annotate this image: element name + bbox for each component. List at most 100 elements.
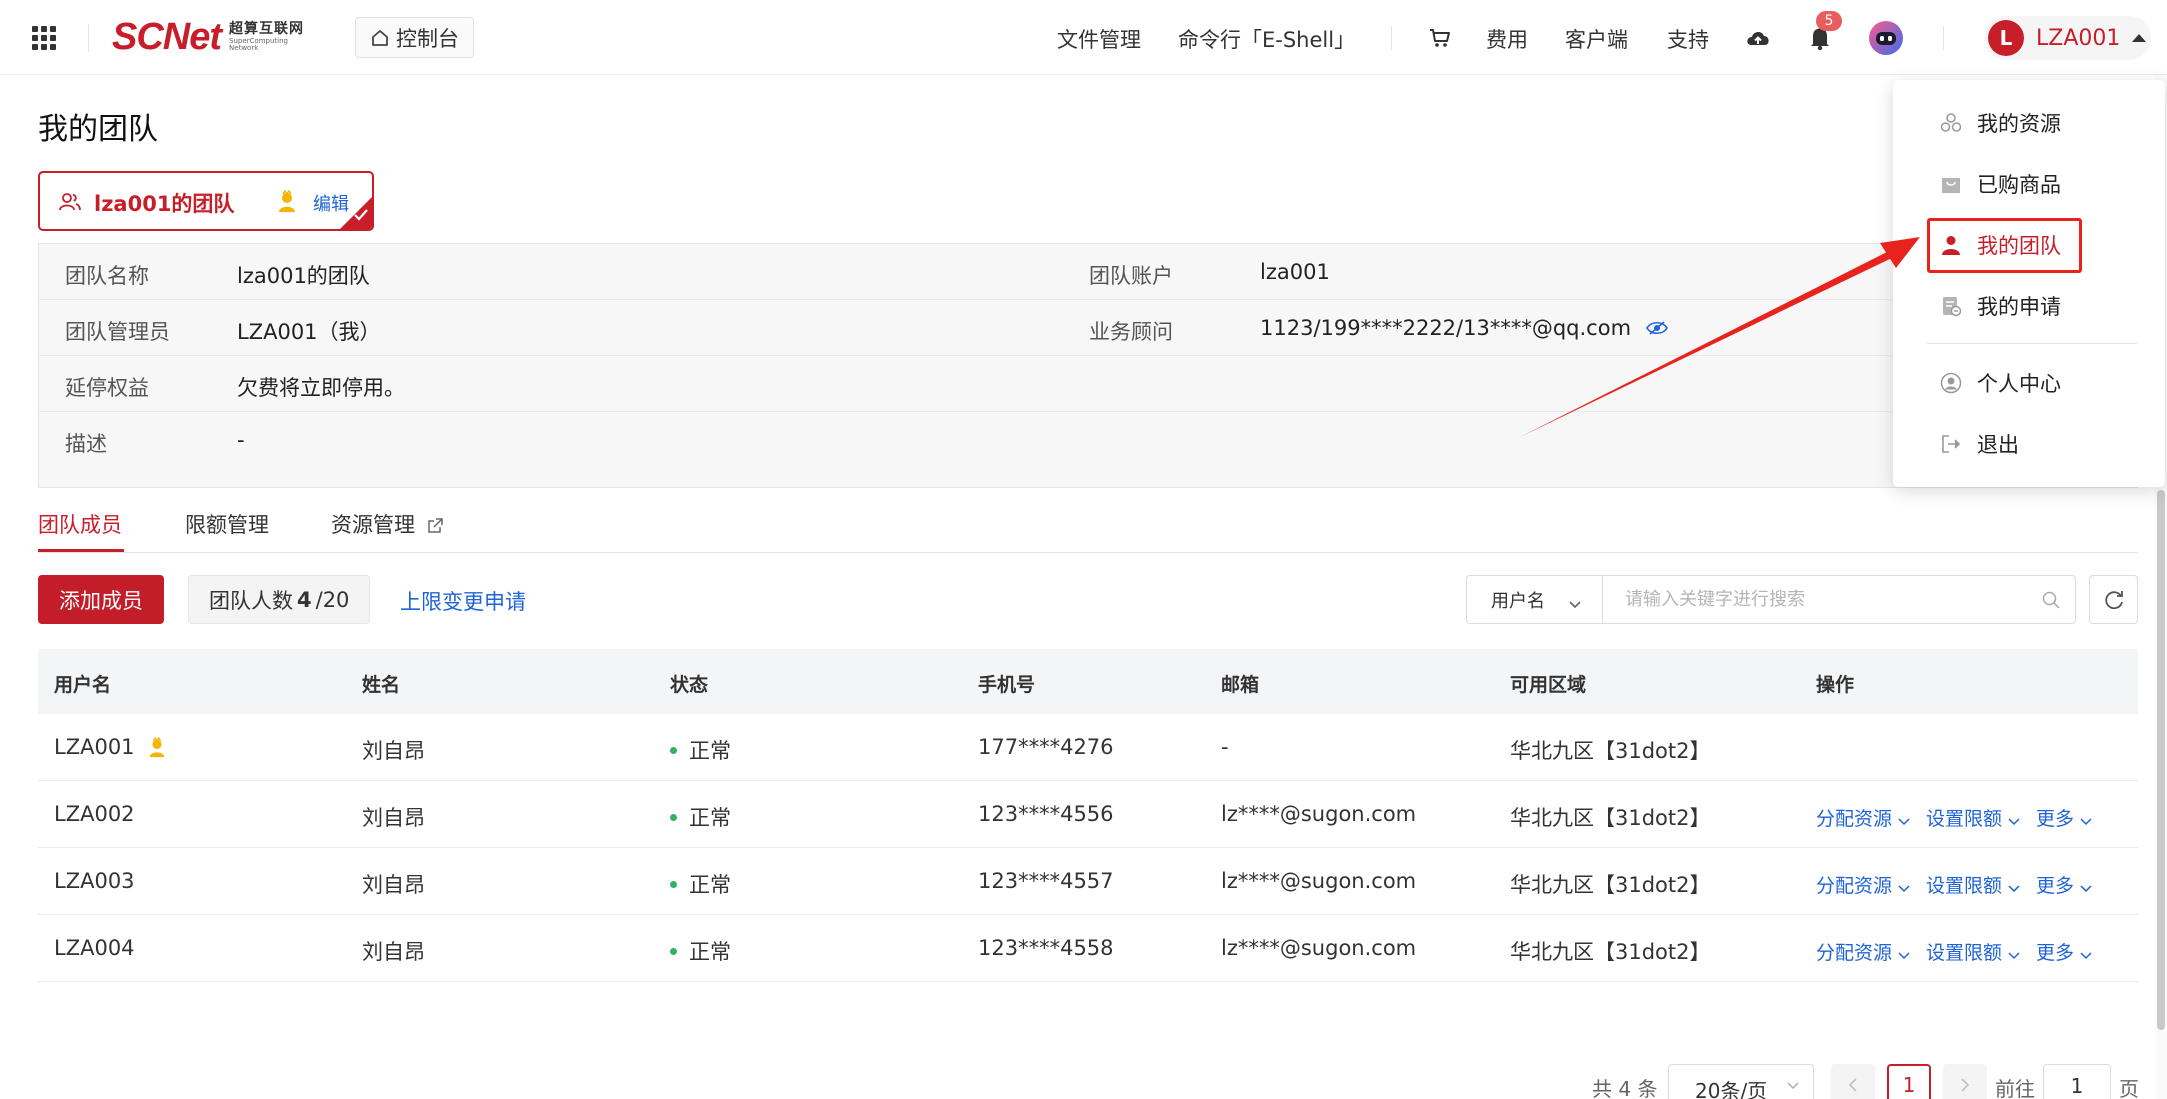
cell-phone: 123****4558 bbox=[978, 936, 1114, 960]
menu-divider bbox=[1927, 343, 2137, 344]
menu-item-logout[interactable]: 退出 bbox=[1939, 429, 2019, 459]
op-label: 设置限额 bbox=[1926, 875, 2003, 897]
username-text: LZA001 bbox=[54, 735, 135, 759]
col-name: 姓名 bbox=[362, 674, 401, 696]
page-size-select[interactable]: 20条/页 bbox=[1668, 1064, 1814, 1099]
member-count-label: 团队人数 bbox=[209, 588, 293, 613]
cell-phone: 123****4557 bbox=[978, 869, 1114, 893]
search-bar: 用户名 bbox=[1466, 575, 2076, 624]
pagination-total: 共 4 条 bbox=[1592, 1077, 1658, 1099]
chevron-down-icon bbox=[1568, 594, 1582, 615]
tab-quota[interactable]: 限额管理 bbox=[185, 509, 269, 539]
tab-members[interactable]: 团队成员 bbox=[38, 509, 122, 539]
advisor-label: 业务顾问 bbox=[1089, 320, 1173, 344]
table-row: LZA004 刘自昂 正常 123****4558 lz****@sugon.c… bbox=[38, 915, 2138, 982]
cell-name: 刘自昂 bbox=[362, 873, 425, 897]
team-tabs: 团队成员 限额管理 资源管理 bbox=[38, 505, 2138, 553]
assign-resource-dropdown[interactable]: 分配资源 bbox=[1816, 938, 1910, 965]
menu-item-my-applications[interactable]: 我的申请 bbox=[1939, 291, 2061, 321]
page-title: 我的团队 bbox=[38, 112, 158, 147]
header-divider bbox=[1391, 26, 1392, 50]
op-label: 分配资源 bbox=[1816, 808, 1893, 830]
cart-icon[interactable] bbox=[1426, 24, 1454, 52]
advisor-value: 1123/199****2222/13****@qq.com bbox=[1260, 316, 1668, 341]
cell-email: - bbox=[1221, 735, 1229, 759]
tab-resources[interactable]: 资源管理 bbox=[331, 509, 444, 539]
ai-assistant-icon[interactable] bbox=[1868, 20, 1904, 56]
menu-item-my-resources[interactable]: 我的资源 bbox=[1939, 108, 2061, 138]
info-row: 延停权益 欠费将立即停用。 bbox=[39, 356, 2139, 412]
cell-region: 华北九区【31dot2】 bbox=[1510, 873, 1711, 897]
goto-page-input[interactable]: 1 bbox=[2043, 1064, 2111, 1099]
header-divider bbox=[88, 24, 89, 52]
cell-email: lz****@sugon.com bbox=[1221, 802, 1417, 826]
cell-region: 华北九区【31dot2】 bbox=[1510, 940, 1711, 964]
col-phone: 手机号 bbox=[978, 674, 1036, 696]
col-actions: 操作 bbox=[1816, 674, 1855, 696]
limit-change-link[interactable]: 上限变更申请 bbox=[400, 586, 526, 616]
nav-eshell[interactable]: 命令行「E-Shell」 bbox=[1178, 24, 1355, 54]
more-dropdown[interactable]: 更多 bbox=[2036, 871, 2092, 898]
cell-phone: 123****4556 bbox=[978, 802, 1114, 826]
next-page-button[interactable] bbox=[1943, 1064, 1987, 1099]
nav-client[interactable]: 客户端 bbox=[1565, 24, 1628, 54]
member-table: 用户名 姓名 状态 手机号 邮箱 可用区域 操作 LZA001 刘自昂 正常 1… bbox=[38, 649, 2138, 982]
refresh-icon bbox=[2104, 590, 2123, 609]
desc-value: - bbox=[237, 428, 245, 452]
op-label: 设置限额 bbox=[1926, 808, 2003, 830]
team-card[interactable]: lza001的团队 编辑 bbox=[38, 171, 374, 231]
eye-icon[interactable] bbox=[1645, 317, 1668, 341]
op-label: 更多 bbox=[2036, 875, 2075, 897]
status-dot bbox=[670, 747, 677, 754]
page-number-current[interactable]: 1 bbox=[1887, 1064, 1931, 1099]
console-button[interactable]: 控制台 bbox=[355, 17, 474, 58]
chevron-down-icon bbox=[1787, 1082, 1799, 1090]
chevron-left-icon bbox=[1848, 1078, 1857, 1092]
set-quota-dropdown[interactable]: 设置限额 bbox=[1926, 871, 2020, 898]
status-dot bbox=[670, 881, 677, 888]
cell-region: 华北九区【31dot2】 bbox=[1510, 806, 1711, 830]
assign-resource-dropdown[interactable]: 分配资源 bbox=[1816, 871, 1910, 898]
advisor-text: 1123/199****2222/13****@qq.com bbox=[1260, 316, 1632, 340]
more-dropdown[interactable]: 更多 bbox=[2036, 804, 2092, 831]
nav-file-management[interactable]: 文件管理 bbox=[1057, 24, 1141, 54]
cloud-upload-icon[interactable] bbox=[1744, 24, 1772, 52]
refresh-button[interactable] bbox=[2089, 575, 2138, 624]
annotation-highlight-box bbox=[1927, 218, 2082, 273]
app-grid-icon[interactable] bbox=[32, 26, 56, 50]
logo-cn: 超算互联网 bbox=[229, 21, 305, 37]
nav-billing[interactable]: 费用 bbox=[1486, 24, 1528, 54]
prev-page-button[interactable] bbox=[1831, 1064, 1875, 1099]
menu-item-purchased[interactable]: 已购商品 bbox=[1939, 169, 2061, 199]
profile-icon bbox=[1939, 371, 1963, 395]
add-member-button[interactable]: 添加成员 bbox=[38, 575, 164, 624]
check-icon bbox=[353, 207, 369, 226]
chevron-down-icon bbox=[1898, 943, 1910, 965]
scnet-logo[interactable]: SCNet 超算互联网 SuperComputing Network bbox=[112, 15, 305, 58]
logo-text: SCNet bbox=[112, 15, 222, 58]
team-account-label: 团队账户 bbox=[1089, 264, 1173, 288]
search-icon[interactable] bbox=[2041, 590, 2061, 614]
assign-resource-dropdown[interactable]: 分配资源 bbox=[1816, 804, 1910, 831]
col-username: 用户名 bbox=[54, 674, 112, 696]
desc-label: 描述 bbox=[65, 432, 107, 456]
nav-support[interactable]: 支持 bbox=[1667, 24, 1709, 54]
set-quota-dropdown[interactable]: 设置限额 bbox=[1926, 804, 2020, 831]
admin-value: LZA001（我） bbox=[237, 320, 381, 344]
avatar: L bbox=[1988, 20, 2024, 56]
info-row: 团队名称 lza001的团队 团队账户 lza001 bbox=[39, 244, 2139, 300]
user-name: LZA001 bbox=[2036, 25, 2121, 51]
admin-crown-icon bbox=[276, 189, 298, 218]
cell-status: 正常 bbox=[670, 936, 731, 966]
user-menu-button[interactable]: L LZA001 bbox=[1984, 16, 2151, 60]
scrollbar-thumb[interactable] bbox=[2157, 490, 2165, 1030]
search-field-select[interactable]: 用户名 bbox=[1467, 576, 1603, 623]
set-quota-dropdown[interactable]: 设置限额 bbox=[1926, 938, 2020, 965]
search-input[interactable] bbox=[1603, 576, 2075, 623]
menu-item-profile[interactable]: 个人中心 bbox=[1939, 368, 2061, 398]
status-text: 正常 bbox=[689, 940, 731, 964]
cell-status: 正常 bbox=[670, 735, 731, 765]
chevron-down-icon bbox=[2008, 876, 2020, 898]
cell-status: 正常 bbox=[670, 802, 731, 832]
more-dropdown[interactable]: 更多 bbox=[2036, 938, 2092, 965]
